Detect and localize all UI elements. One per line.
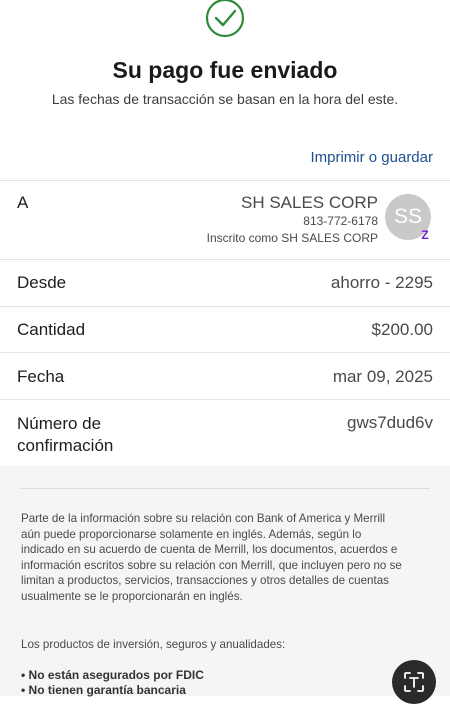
zelle-badge-icon: Z: [421, 228, 429, 242]
divider: [0, 399, 450, 400]
divider: [0, 306, 450, 307]
success-header: Su pago fue enviado Las fechas de transa…: [0, 0, 450, 180]
divider: [20, 488, 430, 489]
scan-text-icon: [404, 672, 424, 692]
disclaimer-bullet: • No están asegurados por FDIC: [21, 668, 204, 682]
page-title: Su pago fue enviado: [112, 57, 338, 83]
confirmation-label: Número de confirmación: [17, 414, 114, 455]
divider: [0, 180, 450, 181]
payee-phone: 813-772-6178: [303, 214, 378, 228]
payee-label: A: [17, 193, 29, 212]
scan-text-button[interactable]: [392, 660, 436, 704]
check-circle-icon: [205, 0, 245, 38]
avatar-initials: SS: [393, 205, 422, 228]
print-or-save-link[interactable]: Imprimir o guardar: [310, 149, 433, 166]
payee-name: SH SALES CORP: [241, 193, 378, 212]
date-label: Fecha: [17, 367, 65, 386]
page-subtitle: Las fechas de transacción se basan en la…: [51, 91, 399, 107]
investment-products-intro: Los productos de inversión, seguros y an…: [21, 638, 286, 651]
divider: [0, 259, 450, 260]
disclaimer-paragraph: Parte de la información sobre su relació…: [21, 512, 402, 603]
disclaimer-bullet: • No tienen garantía bancaria: [21, 683, 186, 697]
disclaimer-section: Parte de la información sobre su relació…: [0, 466, 450, 697]
confirmation-value: gws7dud6v: [346, 413, 433, 432]
amount-label: Cantidad: [17, 320, 86, 339]
payee-enrolled-as: Inscrito como SH SALES CORP: [206, 231, 378, 245]
amount-value: $200.00: [371, 320, 433, 339]
divider: [0, 352, 450, 353]
from-value: ahorro - 2295: [330, 273, 433, 292]
from-label: Desde: [17, 273, 67, 292]
date-value: mar 09, 2025: [332, 367, 433, 386]
